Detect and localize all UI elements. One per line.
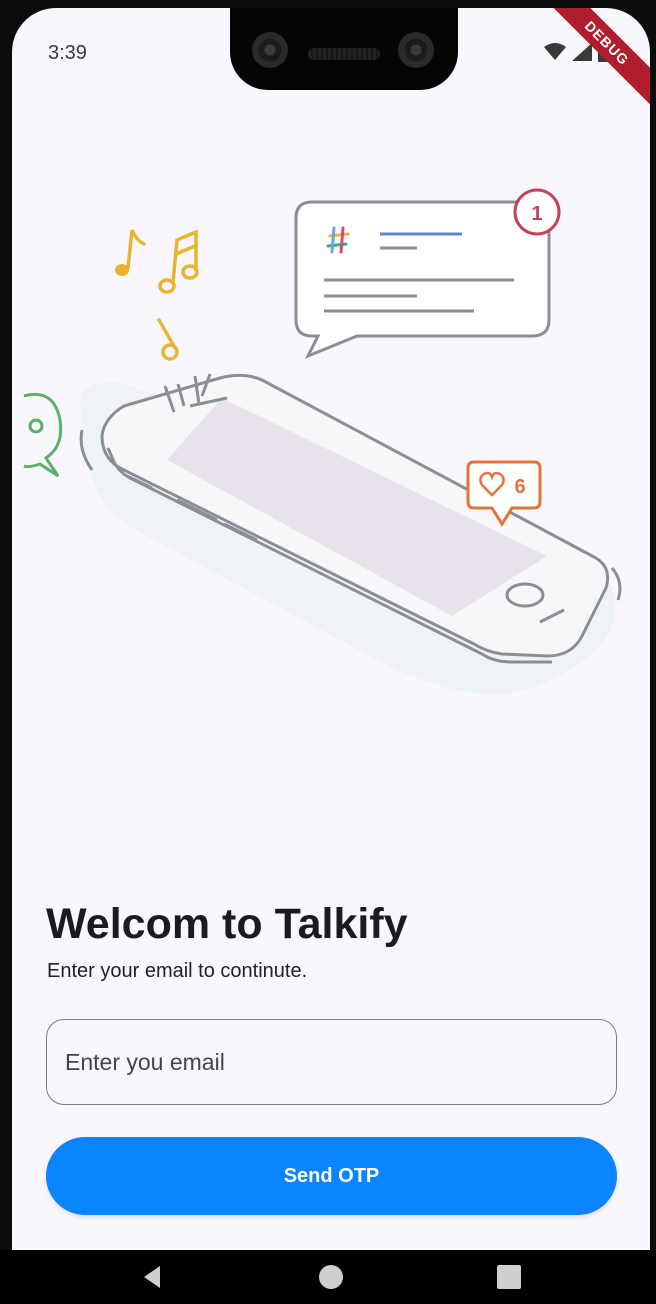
welcome-subtitle: Enter your email to continute. [47,960,308,982]
wifi-icon [544,43,566,60]
svg-text:1: 1 [531,203,542,225]
android-nav-bar [0,1250,656,1304]
earpiece-speaker [308,48,380,60]
welcome-title: Welcom to Talkify [46,900,408,948]
notification-badge: 1 [513,188,561,236]
svg-text:6: 6 [514,476,525,498]
home-icon[interactable] [316,1262,346,1292]
front-camera-icon [398,32,434,68]
hero-illustration: 1 6 [23,188,622,695]
status-time: 3:39 [48,42,87,64]
chat-bubble-icon [294,200,551,359]
music-note-icon [115,229,199,361]
front-camera-icon [252,32,288,68]
send-otp-button[interactable]: Send OTP [46,1137,617,1215]
device-frame: 3:39 DEBUG 1 6 Welcom to Talkify Enter y… [0,0,656,1304]
signal-icon [572,43,592,61]
back-icon[interactable] [138,1262,168,1292]
recents-icon[interactable] [494,1262,524,1292]
chat-bubble-icon [23,393,63,478]
camera-notch [230,8,458,90]
email-input[interactable] [46,1019,617,1105]
